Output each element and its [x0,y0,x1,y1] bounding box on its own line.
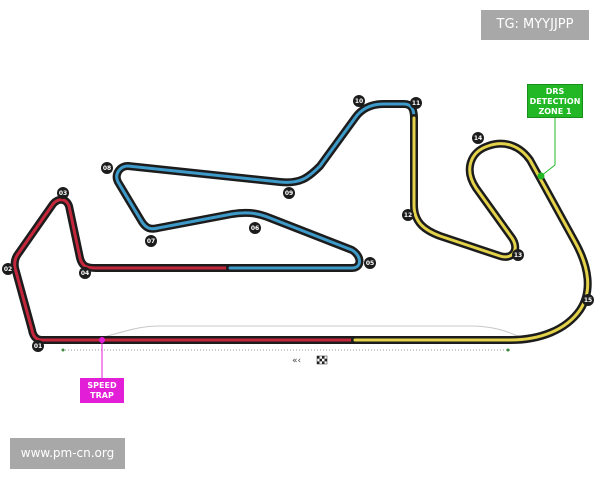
corner-marker-10: 10 [353,95,365,107]
track-map: «‹ 01 02 03 04 05 06 07 08 09 10 11 12 13 14 15 [2,95,594,378]
drs-detection-point [537,172,545,180]
direction-chevrons-icon: «‹ [292,356,301,366]
corner-marker-04: 04 [79,267,91,279]
corner-marker-14: 14 [472,132,484,144]
corner-marker-03: 03 [57,187,69,199]
speed-trap-label: SPEED TRAP [80,378,124,403]
drs-detection-label: DRS DETECTION ZONE 1 [527,84,583,118]
drs-label-line-1: DRS [545,87,565,96]
corner-marker-05: 05 [364,257,376,269]
corner-number: 10 [355,98,363,105]
corner-marker-01: 01 [32,340,44,352]
speed-trap-point [99,337,105,343]
corner-number: 04 [81,270,89,277]
sector-2 [115,102,416,270]
corner-number: 09 [285,190,293,197]
corner-number: 14 [474,135,482,142]
corner-marker-06: 06 [249,222,261,234]
sector-2-outline [112,100,418,272]
drs-label-line-3: ZONE 1 [538,107,572,116]
corner-number: 12 [404,212,412,219]
corner-number: 02 [4,266,12,273]
corner-marker-13: 13 [512,249,524,261]
corner-number: 11 [412,100,420,107]
corner-marker-07: 07 [145,235,157,247]
chequered-flag-icon [316,355,328,365]
corner-number: 15 [584,297,592,304]
corner-marker-15: 15 [582,294,594,306]
sector-3-outline [351,114,592,344]
corner-marker-08: 08 [101,162,113,174]
grid-end-dot [506,348,510,352]
drs-label-line-2: DETECTION [529,97,581,106]
corner-marker-11: 11 [410,97,422,109]
grid-start-dot [61,348,65,352]
corner-number: 07 [147,238,155,245]
speed-trap-label-line-2: TRAP [90,391,114,400]
corner-number: 01 [34,343,42,350]
corner-marker-02: 02 [2,263,14,275]
corner-number: 13 [514,252,522,259]
speed-trap-label-line-1: SPEED [87,381,117,390]
corner-number: 03 [59,190,67,197]
corner-number: 05 [366,260,374,267]
corner-number: 08 [103,165,111,172]
corner-number: 06 [251,225,259,232]
website-label: www.pm-cn.org [10,438,125,469]
sector-3 [353,116,590,342]
corner-marker-12: 12 [402,209,414,221]
corner-marker-09: 09 [283,187,295,199]
